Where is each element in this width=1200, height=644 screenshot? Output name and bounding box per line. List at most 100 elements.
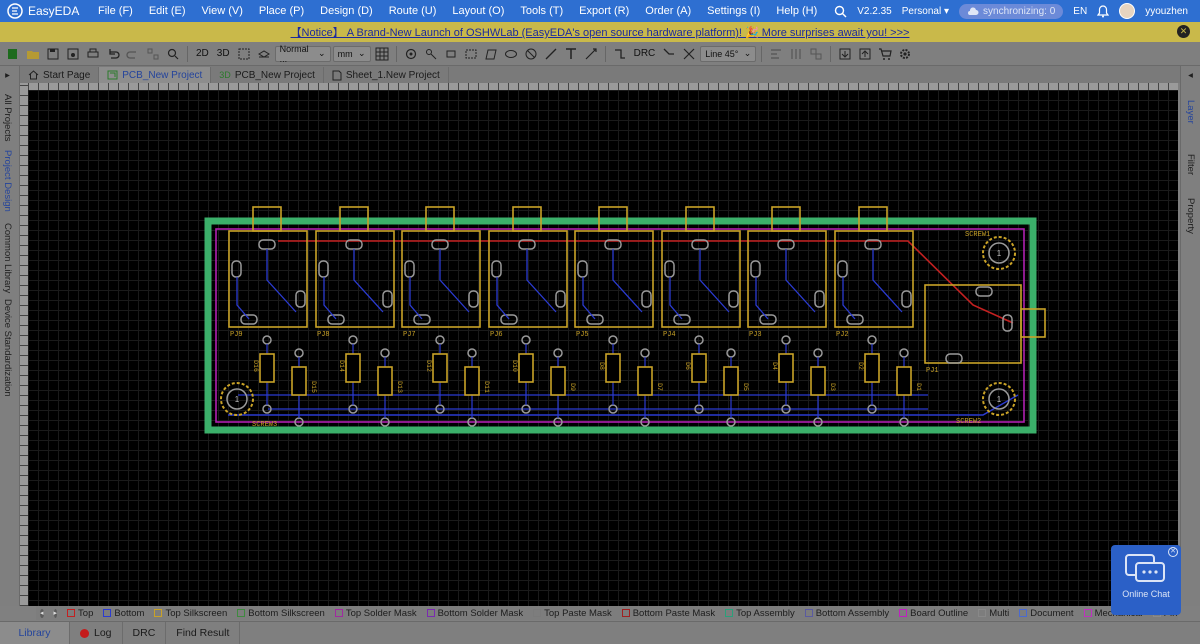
menu-help[interactable]: Help (H) [768, 5, 825, 17]
tab-filter[interactable]: Filter [1185, 154, 1196, 175]
save-icon[interactable] [44, 45, 62, 63]
plan-dropdown[interactable]: Personal ▾ [902, 6, 949, 17]
keepout-icon[interactable] [522, 45, 540, 63]
group-icon[interactable] [144, 45, 162, 63]
grid-icon[interactable] [373, 45, 391, 63]
find-icon[interactable] [164, 45, 182, 63]
horizontal-ruler [28, 83, 1178, 90]
layer-item[interactable]: Bottom Silkscreen [237, 608, 325, 619]
layer-item[interactable]: Bottom [103, 608, 144, 619]
tab-find-result[interactable]: Find Result [166, 622, 241, 644]
app-logo[interactable]: EasyEDA [0, 2, 80, 20]
tab-all-projects[interactable]: All Projects [2, 94, 13, 142]
import-icon[interactable] [836, 45, 854, 63]
save-as-icon[interactable] [64, 45, 82, 63]
scroll-right-icon[interactable]: ▸ [53, 608, 58, 618]
layer-item[interactable]: Bottom Paste Mask [621, 608, 715, 619]
zoom-area-icon[interactable] [235, 45, 253, 63]
distribute-icon[interactable] [787, 45, 805, 63]
place-via-icon[interactable] [402, 45, 420, 63]
left-collapse-icon[interactable]: ▸ [2, 70, 13, 81]
drc-button[interactable]: DRC [631, 48, 659, 59]
place-pin-icon[interactable] [422, 45, 440, 63]
tab-schematic-sheet[interactable]: Sheet_1.New Project [324, 67, 449, 83]
tab-start-page[interactable]: Start Page [20, 67, 100, 83]
menu-settings[interactable]: Settings (I) [699, 5, 768, 17]
tab-common-library[interactable]: Common Library [2, 223, 13, 293]
menu-edit[interactable]: Edit (E) [141, 5, 194, 17]
tab-property[interactable]: Property [1185, 198, 1196, 234]
scroll-left-icon[interactable]: ◂ [40, 608, 44, 618]
menu-file[interactable]: File (F) [90, 5, 141, 17]
line-mode-select[interactable]: Line 45° ⌄ [700, 45, 757, 62]
place-ellipse-icon[interactable] [502, 45, 520, 63]
layer-item[interactable]: Multi [978, 608, 1009, 619]
tab-project-design[interactable]: Project Design [2, 150, 13, 212]
sync-status[interactable]: synchronizing: 0 [959, 3, 1064, 19]
layer-item[interactable]: Document [1019, 608, 1074, 619]
place-pad-icon[interactable] [442, 45, 460, 63]
tab-library[interactable]: Library [0, 622, 70, 644]
menu-order[interactable]: Order (A) [637, 5, 699, 17]
language-switch[interactable]: EN [1073, 6, 1087, 17]
line-tool-icon[interactable] [542, 45, 560, 63]
place-rect-icon[interactable] [462, 45, 480, 63]
export-icon[interactable] [856, 45, 874, 63]
routing-mode-select[interactable]: Normal ... ⌄ [274, 44, 331, 64]
menu-export[interactable]: Export (R) [571, 5, 637, 17]
menu-design[interactable]: Design (D) [312, 5, 381, 17]
user-name[interactable]: yyouzhen [1145, 6, 1188, 17]
close-icon[interactable]: ✕ [1168, 547, 1178, 557]
trace-icon[interactable] [680, 45, 698, 63]
layer-item[interactable]: Top Silkscreen [154, 608, 227, 619]
right-collapse-icon[interactable]: ◂ [1185, 70, 1196, 81]
pcb-canvas[interactable]: PJ1 PJ9 PJ8 PJ7 PJ6 PJ5 PJ4 PJ3 PJ2 D16 D15 D14 D13… [28, 90, 1178, 606]
notice-text[interactable]: 【Notice】 A Brand-New Launch of OSHWLab (… [291, 24, 910, 40]
new-file-icon[interactable] [4, 45, 22, 63]
notice-close-icon[interactable]: ✕ [1177, 25, 1190, 38]
layer-item[interactable]: Top Paste Mask [533, 608, 612, 619]
tab-device-standardization[interactable]: Device Standardization [2, 299, 13, 397]
view-2d-button[interactable]: 2D [193, 48, 212, 59]
print-icon[interactable] [84, 45, 102, 63]
layer-item[interactable]: Board Outline [899, 608, 968, 619]
search-icon[interactable] [834, 5, 847, 18]
auto-route-icon[interactable] [660, 45, 678, 63]
menu-route[interactable]: Route (U) [381, 5, 445, 17]
layer-item[interactable]: Top [67, 608, 93, 619]
dimension-icon[interactable] [582, 45, 600, 63]
menu-tools[interactable]: Tools (T) [512, 5, 571, 17]
menu-place[interactable]: Place (P) [251, 5, 312, 17]
route-icon[interactable] [611, 45, 629, 63]
arrange-icon[interactable] [807, 45, 825, 63]
open-folder-icon[interactable] [24, 45, 42, 63]
redo-icon[interactable] [124, 45, 142, 63]
align-icon[interactable] [767, 45, 785, 63]
text-tool-icon[interactable] [562, 45, 580, 63]
tab-log[interactable]: Log [70, 622, 123, 644]
document-tabs: Start Page PCB_New Project 3D PCB_New Pr… [20, 66, 1180, 83]
cart-icon[interactable] [876, 45, 894, 63]
unit-select[interactable]: mm ⌄ [332, 45, 371, 62]
view-3d-button[interactable]: 3D [214, 48, 233, 59]
pcb-board-drawing[interactable]: PJ1 PJ9 PJ8 PJ7 PJ6 PJ5 PJ4 PJ3 PJ2 D16 D15 D14 D13… [28, 90, 1178, 606]
tab-pcb-3d[interactable]: 3D PCB_New Project [211, 67, 324, 83]
user-avatar[interactable] [1119, 3, 1136, 19]
online-chat-button[interactable]: ✕ Online Chat [1111, 545, 1181, 615]
layer-item[interactable]: Bottom Solder Mask [426, 608, 523, 619]
notice-banner[interactable]: 【Notice】 A Brand-New Launch of OSHWLab (… [0, 22, 1200, 42]
tab-drc[interactable]: DRC [123, 622, 167, 644]
undo-icon[interactable] [104, 45, 122, 63]
layer-item[interactable]: Top Solder Mask [334, 608, 417, 619]
bell-icon[interactable] [1097, 4, 1110, 18]
tab-layer[interactable]: Layer [1185, 100, 1196, 124]
place-polygon-icon[interactable] [482, 45, 500, 63]
layer-stack-icon[interactable] [255, 45, 273, 63]
menu-view[interactable]: View (V) [194, 5, 251, 17]
gear-icon[interactable] [896, 45, 914, 63]
diode-footprint: D4 [771, 335, 794, 414]
tab-pcb[interactable]: PCB_New Project [99, 67, 212, 83]
layer-item[interactable]: Top Assembly [725, 608, 795, 619]
layer-item[interactable]: Bottom Assembly [804, 608, 889, 619]
menu-layout[interactable]: Layout (O) [444, 5, 512, 17]
